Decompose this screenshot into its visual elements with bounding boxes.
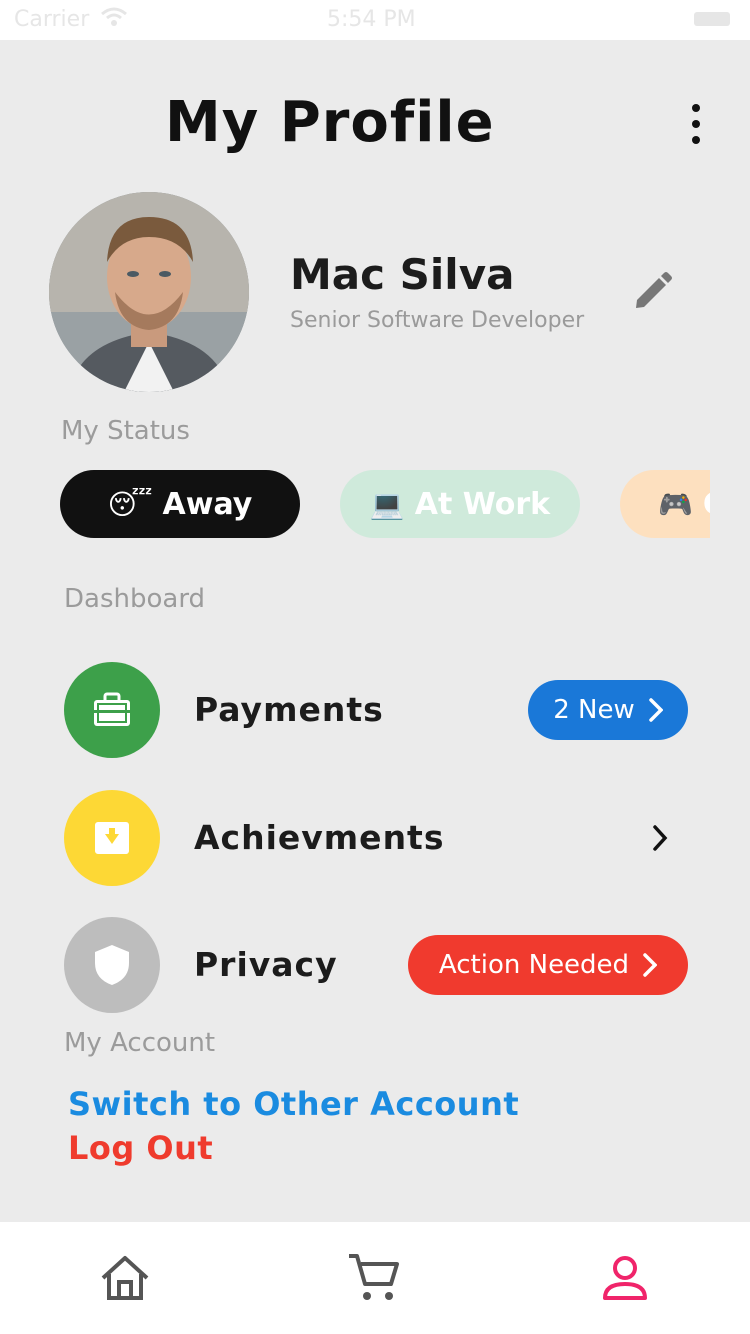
battery-icon — [694, 12, 730, 26]
home-icon — [101, 1256, 149, 1300]
more-options-icon[interactable] — [680, 104, 712, 144]
badge-label: 2 New — [553, 695, 635, 725]
tab-home[interactable] — [97, 1250, 153, 1306]
dashboard-item-achievements[interactable]: Achievments — [64, 790, 688, 886]
payments-badge-button[interactable]: 2 New — [528, 680, 688, 740]
status-chip-gaming[interactable]: 🎮 G — [620, 470, 710, 538]
cart-icon — [349, 1254, 399, 1300]
avatar — [49, 192, 249, 392]
switch-account-link[interactable]: Switch to Other Account — [68, 1085, 519, 1123]
carrier-label: Carrier — [14, 7, 90, 32]
status-chip-label: G — [703, 487, 710, 522]
user-role: Senior Software Developer — [290, 308, 585, 333]
tab-profile[interactable] — [597, 1250, 653, 1306]
wifi-icon — [100, 7, 128, 33]
tab-cart[interactable] — [346, 1250, 402, 1306]
archive-icon — [64, 790, 160, 886]
dashboard-item-payments[interactable]: Payments 2 New — [64, 662, 688, 758]
chevron-right-icon — [649, 698, 663, 722]
dashboard-item-privacy[interactable]: Privacy Action Needed — [64, 917, 688, 1013]
status-chip-away[interactable]: 😴 Away — [60, 470, 300, 538]
sleeping-face-icon: 😴 — [107, 487, 153, 521]
status-chip-label: Away — [162, 486, 253, 522]
page-title: My Profile — [165, 90, 495, 155]
logout-link[interactable]: Log Out — [68, 1129, 213, 1167]
account-section-label: My Account — [64, 1028, 216, 1058]
laptop-icon: 💻 — [369, 487, 405, 521]
status-chip-at-work[interactable]: 💻 At Work — [340, 470, 580, 538]
user-icon — [603, 1256, 647, 1300]
status-bar: Carrier 5:54 PM — [0, 0, 750, 40]
dashboard-item-label: Achievments — [194, 818, 445, 857]
chevron-right-icon — [643, 953, 658, 977]
privacy-badge-button[interactable]: Action Needed — [408, 935, 688, 995]
chevron-right-icon[interactable] — [652, 824, 668, 856]
status-chip-label: At Work — [414, 486, 551, 522]
dashboard-item-label: Payments — [194, 690, 384, 729]
user-name: Mac Silva — [290, 250, 515, 299]
game-controller-icon: 🎮 — [658, 487, 693, 521]
status-section-label: My Status — [61, 416, 190, 446]
shield-icon — [64, 917, 160, 1013]
briefcase-icon — [64, 662, 160, 758]
status-chip-list[interactable]: 😴 Away 💻 At Work 🎮 G — [60, 470, 710, 540]
badge-label: Action Needed — [438, 950, 630, 980]
dashboard-section-label: Dashboard — [64, 584, 206, 614]
edit-pencil-icon[interactable] — [632, 270, 674, 312]
tab-bar — [0, 1222, 750, 1334]
clock: 5:54 PM — [327, 7, 416, 32]
dashboard-item-label: Privacy — [194, 945, 338, 984]
